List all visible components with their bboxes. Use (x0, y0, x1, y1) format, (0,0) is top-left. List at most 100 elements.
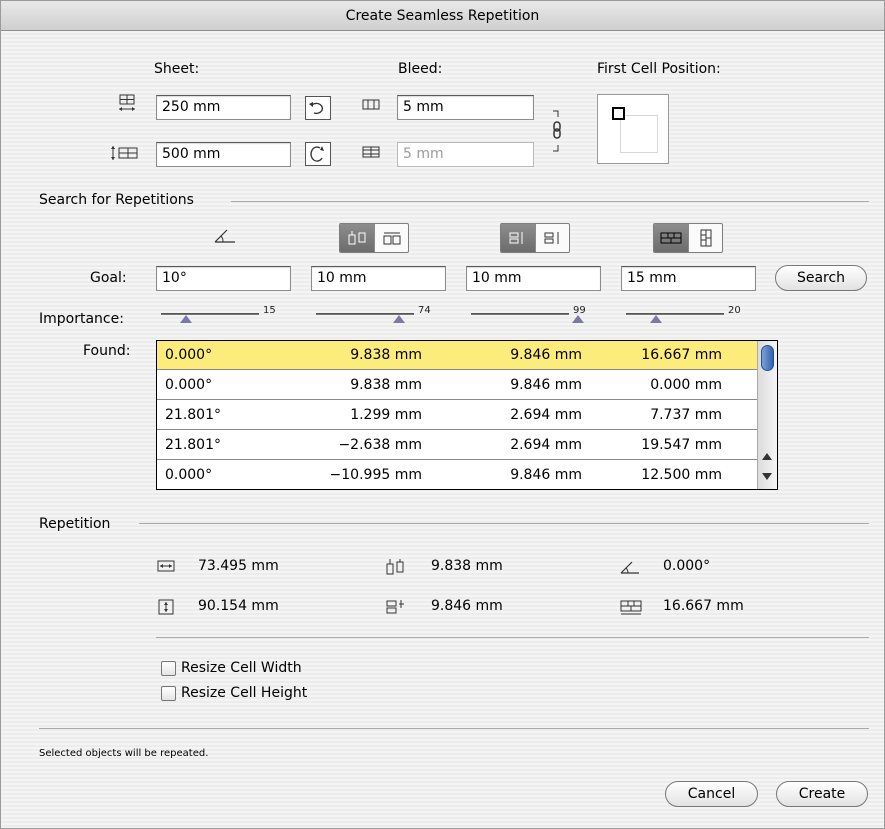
cell-vertical-offset: −10.995 mm (329, 467, 422, 483)
cell-horizontal-offset: 2.694 mm (510, 407, 582, 423)
table-scrollbar[interactable] (757, 341, 777, 489)
repetition-height-value: 90.154 mm (198, 598, 279, 614)
first-cell-position-picker[interactable] (597, 94, 669, 164)
found-results-table[interactable]: 0.000° 9.838 mm 9.846 mm 16.667 mm 0.000… (156, 340, 778, 490)
cell-shift: 19.547 mm (641, 437, 722, 453)
sheet-label: Sheet: (154, 61, 200, 77)
cell-horizontal-offset: 9.846 mm (510, 467, 582, 483)
cell-vertical-offset: −2.638 mm (338, 437, 422, 453)
cell-outline (620, 115, 658, 153)
slider-track (471, 313, 569, 315)
slider-value: 20 (728, 305, 741, 316)
horizontal-offset-mode-icon[interactable] (374, 224, 408, 252)
slider-thumb[interactable] (393, 315, 405, 323)
cell-height-icon (155, 598, 177, 616)
search-section-title: Search for Repetitions (39, 192, 194, 208)
slider-thumb[interactable] (650, 315, 662, 323)
scrollbar-thumb[interactable] (761, 345, 774, 371)
rotate-right-button[interactable] (305, 142, 331, 166)
goal-shift-field[interactable]: 15 mm (621, 266, 756, 291)
table-row[interactable]: 21.801° 1.299 mm 2.694 mm 7.737 mm (157, 401, 757, 430)
importance-slider-vertical-offset[interactable]: 74 (316, 305, 441, 329)
layout-mode-segment[interactable] (653, 223, 723, 253)
goal-label: Goal: (90, 270, 127, 286)
sheet-height-icon (109, 143, 138, 163)
cell-shift: 12.500 mm (641, 467, 722, 483)
importance-slider-horizontal-offset[interactable]: 99 (471, 305, 596, 329)
cell-angle: 0.000° (165, 347, 213, 363)
table-row[interactable]: 21.801° −2.638 mm 2.694 mm 19.547 mm (157, 431, 757, 460)
footer-divider (39, 728, 869, 729)
resize-cell-width-label: Resize Cell Width (181, 660, 302, 676)
horizontal-offset-icon (384, 598, 406, 616)
rotate-cw-icon (310, 146, 324, 162)
shift-mode-b-icon[interactable] (535, 224, 569, 252)
search-section-divider (231, 201, 869, 202)
repetition-horizontal-offset-value: 9.846 mm (431, 598, 503, 614)
cell-horizontal-offset: 2.694 mm (510, 437, 582, 453)
table-row[interactable]: 0.000° 9.838 mm 9.846 mm 16.667 mm (157, 341, 757, 370)
sheet-width-icon (113, 93, 141, 113)
cell-shift: 0.000 mm (650, 377, 722, 393)
brick-row-mode-icon[interactable] (654, 224, 688, 252)
resize-cell-width-checkbox[interactable] (161, 661, 176, 676)
bleed-label: Bleed: (398, 61, 443, 77)
cell-horizontal-offset: 9.846 mm (510, 377, 582, 393)
goal-angle-field[interactable]: 10° (156, 266, 291, 291)
cell-horizontal-offset: 9.846 mm (510, 347, 582, 363)
dialog-window: Create Seamless Repetition Sheet: 250 mm… (0, 0, 885, 829)
scroll-up-arrow-icon[interactable] (762, 453, 772, 460)
resize-cell-height-label: Resize Cell Height (181, 685, 308, 701)
repetition-angle-value: 0.000° (663, 558, 711, 574)
search-button[interactable]: Search (775, 265, 867, 291)
cell-width-icon (155, 558, 177, 576)
repetition-section-title: Repetition (39, 516, 111, 532)
importance-label: Importance: (39, 311, 124, 327)
sheet-width-field[interactable]: 250 mm (156, 95, 291, 120)
cell-angle: 0.000° (165, 377, 213, 393)
cell-position-handle[interactable] (612, 107, 625, 120)
offset-mode-segment[interactable] (339, 223, 409, 253)
footer-note: Selected objects will be repeated. (39, 748, 209, 759)
cell-vertical-offset: 1.299 mm (350, 407, 422, 423)
cell-vertical-offset: 9.838 mm (350, 377, 422, 393)
shift-mode-a-icon[interactable] (501, 224, 535, 252)
slider-thumb[interactable] (180, 315, 192, 323)
brick-column-mode-icon[interactable] (688, 224, 722, 252)
found-label: Found: (83, 343, 131, 359)
scroll-down-arrow-icon[interactable] (762, 473, 772, 480)
create-button[interactable]: Create (776, 781, 868, 807)
chain-link-icon[interactable] (549, 109, 565, 157)
goal-vertical-offset-field[interactable]: 10 mm (311, 266, 446, 291)
cell-shift: 7.737 mm (650, 407, 722, 423)
title-bar: Create Seamless Repetition (1, 1, 884, 31)
rotate-ccw-icon (309, 102, 324, 115)
rotate-left-button[interactable] (305, 96, 331, 120)
repetition-vertical-offset-value: 9.838 mm (431, 558, 503, 574)
first-cell-label: First Cell Position: (597, 61, 721, 77)
importance-slider-angle[interactable]: 15 (161, 305, 286, 329)
slider-track (626, 313, 724, 315)
bleed-horizontal-icon (357, 97, 385, 117)
vertical-offset-mode-icon[interactable] (340, 224, 374, 252)
bleed-horizontal-field[interactable]: 5 mm (397, 95, 534, 120)
angle-icon (213, 227, 237, 249)
cell-vertical-offset: 9.838 mm (350, 347, 422, 363)
slider-thumb[interactable] (572, 315, 584, 323)
resize-cell-height-checkbox[interactable] (161, 686, 176, 701)
brick-shift-icon (619, 598, 642, 616)
table-row[interactable]: 0.000° −10.995 mm 9.846 mm 12.500 mm (157, 461, 757, 490)
sheet-height-field[interactable]: 500 mm (156, 142, 291, 167)
slider-track (161, 313, 259, 315)
repetition-shift-value: 16.667 mm (663, 598, 744, 614)
bleed-vertical-field[interactable]: 5 mm (397, 142, 534, 167)
repetition-inner-divider (156, 637, 869, 638)
goal-horizontal-offset-field[interactable]: 10 mm (466, 266, 601, 291)
slider-value: 15 (263, 305, 276, 316)
cancel-button[interactable]: Cancel (665, 781, 758, 807)
importance-slider-shift[interactable]: 20 (626, 305, 751, 329)
cell-angle: 21.801° (165, 407, 221, 423)
repetition-section-divider (139, 523, 869, 524)
table-row[interactable]: 0.000° 9.838 mm 9.846 mm 0.000 mm (157, 371, 757, 400)
shift-mode-segment[interactable] (500, 223, 570, 253)
